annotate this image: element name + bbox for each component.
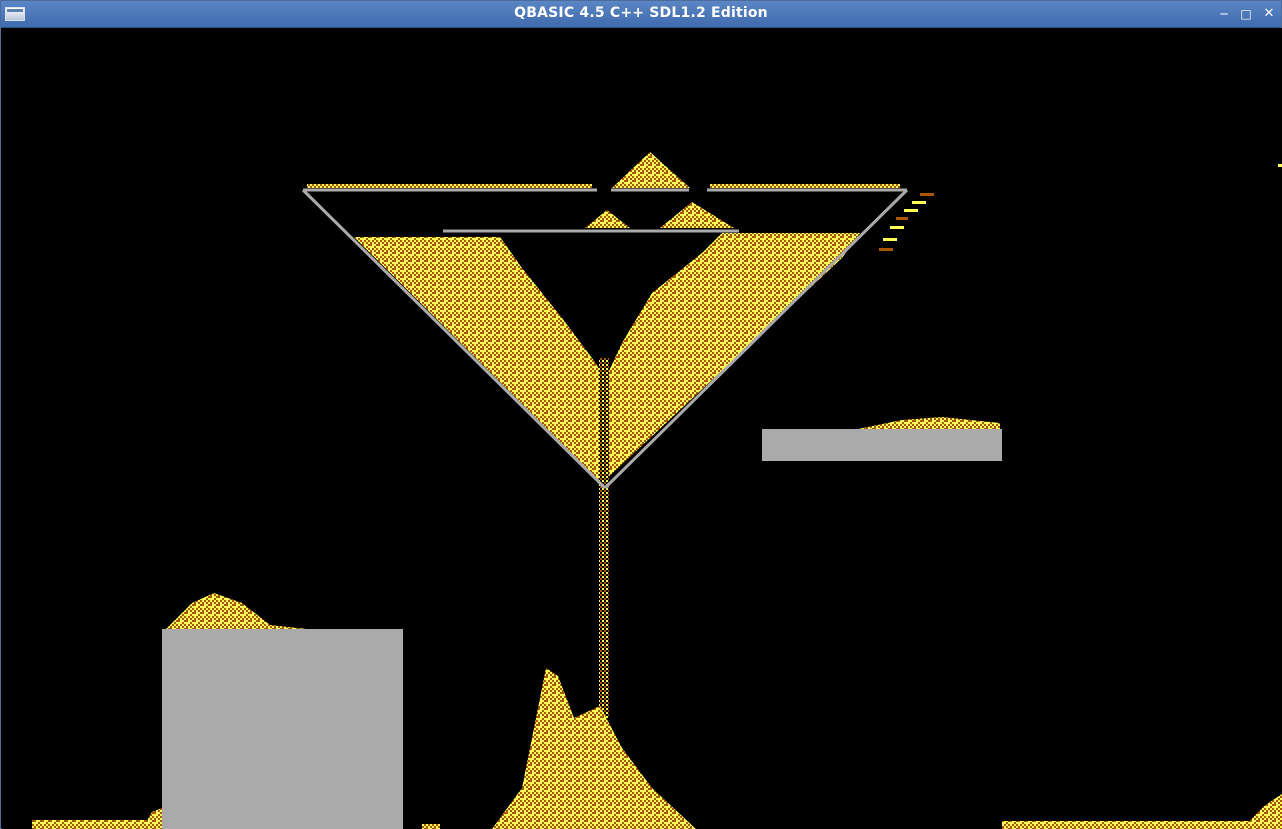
maximize-icon[interactable]: □	[1237, 5, 1255, 23]
sand-simulation-canvas[interactable]	[2, 28, 1282, 829]
close-icon[interactable]: ✕	[1260, 5, 1278, 23]
window-title: QBASIC 4.5 C++ SDL1.2 Edition	[514, 5, 768, 21]
left-block	[162, 593, 403, 829]
title-bar[interactable]: QBASIC 4.5 C++ SDL1.2 Edition ─ □ ✕	[1, 1, 1281, 28]
simulation-scene	[32, 152, 1282, 829]
sand-stream	[599, 358, 609, 718]
app-window: QBASIC 4.5 C++ SDL1.2 Edition ─ □ ✕	[0, 0, 1282, 829]
right-shelf	[762, 417, 1002, 461]
minimize-icon[interactable]: ─	[1215, 5, 1233, 23]
